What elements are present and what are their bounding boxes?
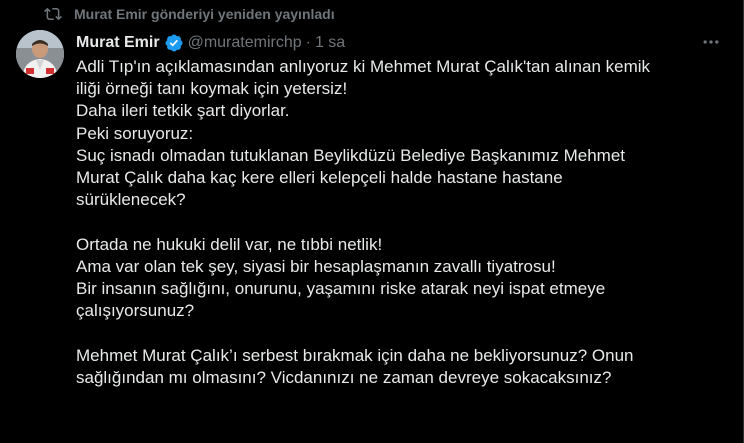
tweet-line: Suç isnadı olmadan tutuklanan Beylikdüzü… — [76, 145, 626, 165]
separator-dot: · — [305, 34, 311, 51]
tweet-line: Bir insanın sağlığını, onurunu, yaşamını… — [76, 279, 606, 299]
repost-indicator[interactable]: Murat Emir gönderiyi yeniden yayınladı — [44, 4, 335, 24]
tweet-line: Ortada ne hukuki delil var, ne tıbbi net… — [76, 234, 383, 254]
tweet-line: Daha ileri tetkik şart diyorlar. — [76, 101, 290, 121]
tweet-line: Mehmet Murat Çalık’ı serbest bırakmak iç… — [76, 345, 634, 365]
author-name[interactable]: Murat Emir — [76, 34, 160, 52]
more-options-icon[interactable] — [697, 30, 725, 54]
tweet-line: Adli Tıp'ın açıklamasından anlıyoruz ki … — [76, 57, 651, 76]
tweet-line: Ama var olan tek şey, siyasi bir hesapla… — [76, 256, 556, 276]
tweet-line: Murat Çalık daha kaç kere elleri kelepçe… — [76, 168, 563, 188]
post-time[interactable]: 1 sa — [315, 34, 345, 52]
tweet-card[interactable]: Murat Emir gönderiyi yeniden yayınladı M… — [0, 0, 744, 443]
tweet-body: Adli Tıp'ın açıklamasından anlıyoruz ki … — [76, 56, 726, 389]
tweet-line: sürüklenecek? — [76, 190, 186, 210]
tweet-line: Peki soruyoruz: — [76, 123, 194, 143]
tweet-line: sağlığından mı olmasını? Vicdanınızı ne … — [76, 367, 612, 387]
repost-icon — [44, 5, 62, 23]
tweet-line: çalışıyorsunuz? — [76, 301, 195, 321]
avatar[interactable] — [16, 30, 64, 78]
verified-badge-icon — [164, 33, 184, 53]
author-handle[interactable]: @muratemirchp — [188, 34, 302, 52]
repost-text: Murat Emir gönderiyi yeniden yayınladı — [74, 6, 335, 22]
tweet-line: iliği örneği tanı koymak için yetersiz! — [76, 79, 348, 99]
tweet-header: Murat Emir @muratemirchp · 1 sa — [76, 32, 345, 54]
